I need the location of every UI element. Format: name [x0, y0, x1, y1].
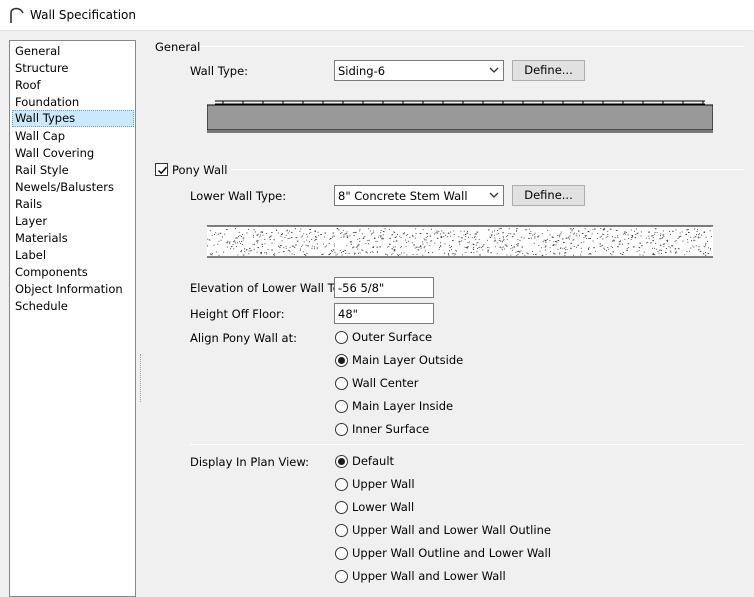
height-off-floor-label: Height Off Floor:: [190, 307, 285, 321]
nav-item-layer[interactable]: Layer: [12, 213, 134, 230]
nav-item-general[interactable]: General: [12, 43, 134, 60]
chevron-down-icon: [489, 67, 499, 73]
nav-item-newels-balusters[interactable]: Newels/Balusters: [12, 179, 134, 196]
display-divider: [190, 444, 744, 445]
pony-wall-divider: [231, 169, 744, 170]
radio-label: Upper Wall and Lower Wall: [352, 569, 506, 583]
window-title: Wall Specification: [30, 8, 136, 22]
wall-type-value: Siding-6: [338, 64, 386, 78]
radio-button[interactable]: [335, 570, 348, 583]
panel-splitter[interactable]: [140, 354, 142, 402]
radio-label: Wall Center: [352, 376, 419, 390]
nav-item-wall-types[interactable]: Wall Types: [12, 110, 134, 127]
nav-item-structure[interactable]: Structure: [12, 60, 134, 77]
elevation-label: Elevation of Lower Wall Top:: [190, 281, 351, 295]
radio-button[interactable]: [335, 478, 348, 491]
lower-wall-type-dropdown[interactable]: 8" Concrete Stem Wall: [334, 185, 504, 206]
arch-icon: [10, 7, 24, 23]
nav-item-wall-cap[interactable]: Wall Cap: [12, 128, 134, 145]
radio-button[interactable]: [335, 423, 348, 436]
radio-label: Main Layer Inside: [352, 399, 454, 413]
lower-wall-type-label: Lower Wall Type:: [190, 189, 287, 203]
general-group-title: General: [155, 40, 201, 54]
nav-item-schedule[interactable]: Schedule: [12, 298, 134, 315]
radio-button[interactable]: [335, 501, 348, 514]
pony-wall-checkbox[interactable]: [155, 163, 168, 176]
height-off-floor-field[interactable]: [334, 303, 434, 324]
wall-type-dropdown[interactable]: Siding-6: [334, 60, 504, 81]
nav-item-materials[interactable]: Materials: [12, 230, 134, 247]
radio-button[interactable]: [335, 455, 348, 468]
radio-label: Main Layer Outside: [352, 353, 464, 367]
general-divider: [200, 46, 744, 47]
define-lower-wall-type-button[interactable]: Define...: [512, 185, 585, 206]
radio-label: Upper Wall: [352, 477, 415, 491]
title-bar: Wall Specification: [0, 0, 754, 31]
define-wall-type-button[interactable]: Define...: [512, 60, 585, 81]
wall-type-label: Wall Type:: [190, 64, 249, 78]
lower-wall-type-value: 8" Concrete Stem Wall: [338, 189, 468, 203]
display-in-plan-view-label: Display In Plan View:: [190, 455, 310, 469]
lower-wall-type-preview: [207, 225, 713, 258]
radio-button[interactable]: [335, 377, 348, 390]
nav-item-rails[interactable]: Rails: [12, 196, 134, 213]
wall-type-preview: [207, 100, 713, 133]
radio-button[interactable]: [335, 524, 348, 537]
radio-label: Outer Surface: [352, 330, 433, 344]
nav-item-label[interactable]: Label: [12, 247, 134, 264]
radio-button[interactable]: [335, 400, 348, 413]
category-list[interactable]: General Structure Roof Foundation Wall T…: [9, 40, 136, 597]
radio-selected-dot: [338, 357, 345, 364]
radio-label: Inner Surface: [352, 422, 430, 436]
elevation-input[interactable]: [335, 278, 433, 297]
radio-label: Upper Wall Outline and Lower Wall: [352, 546, 551, 560]
height-off-floor-input[interactable]: [335, 304, 433, 323]
nav-item-rail-style[interactable]: Rail Style: [12, 162, 134, 179]
checkmark-icon: [157, 166, 168, 175]
chevron-down-icon: [489, 192, 499, 198]
nav-item-components[interactable]: Components: [12, 264, 134, 281]
nav-item-foundation[interactable]: Foundation: [12, 94, 134, 111]
radio-selected-dot: [338, 458, 345, 465]
nav-item-wall-covering[interactable]: Wall Covering: [12, 145, 134, 162]
radio-button[interactable]: [335, 331, 348, 344]
align-pony-wall-label: Align Pony Wall at:: [190, 331, 297, 345]
radio-button[interactable]: [335, 547, 348, 560]
elevation-field[interactable]: [334, 277, 434, 298]
radio-label: Upper Wall and Lower Wall Outline: [352, 523, 551, 537]
nav-item-roof[interactable]: Roof: [12, 77, 134, 94]
radio-label: Default: [352, 454, 395, 468]
nav-item-object-information[interactable]: Object Information: [12, 281, 134, 298]
pony-wall-label: Pony Wall: [172, 163, 228, 177]
radio-label: Lower Wall: [352, 500, 415, 514]
radio-button[interactable]: [335, 354, 348, 367]
